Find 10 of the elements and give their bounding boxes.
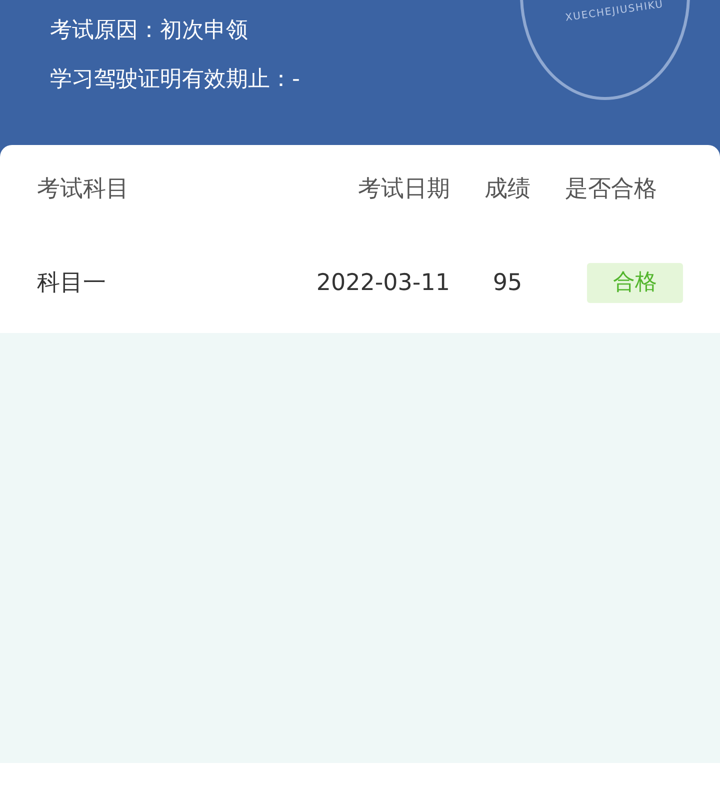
column-header: 是否合格	[565, 176, 657, 202]
table-cell: 95	[492, 270, 522, 296]
column-header: 成绩	[484, 176, 530, 202]
result-badge: 合格	[587, 263, 683, 303]
table-cell: 2022-03-11	[316, 270, 450, 296]
column-header: 考试科目	[37, 176, 129, 202]
table-cell: 科目一	[37, 270, 106, 296]
info-line: 学习驾驶证明有效期止：-	[50, 67, 300, 92]
column-header: 考试日期	[358, 176, 450, 202]
info-line: 考试原因：初次申领	[50, 18, 248, 43]
